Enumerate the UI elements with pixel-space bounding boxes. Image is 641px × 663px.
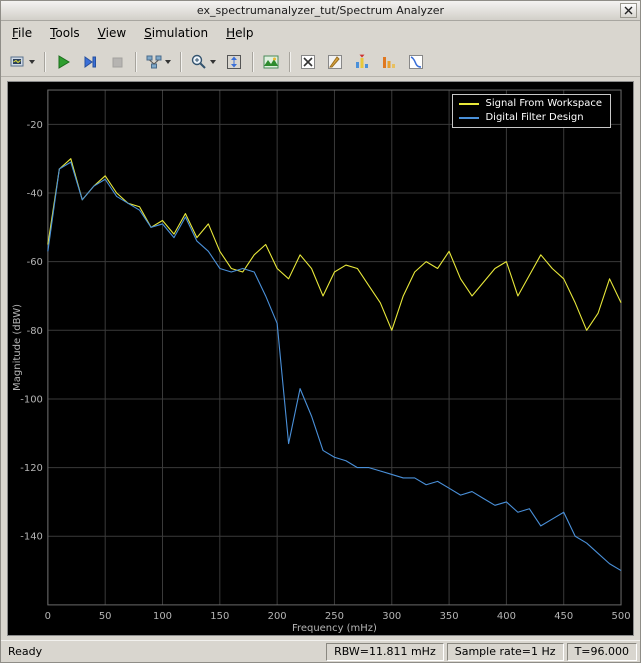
- dropdown-arrow-icon: [165, 60, 171, 67]
- svg-text:Magnitude (dBW): Magnitude (dBW): [12, 304, 23, 391]
- plot-area[interactable]: 0 50 100 150 200 250 300 350 400 450 500 -20 -40 -60 -…: [7, 81, 634, 636]
- menu-view[interactable]: View: [89, 21, 135, 47]
- spectrum-settings-button[interactable]: [258, 50, 284, 74]
- zoom-icon: [191, 54, 206, 69]
- signal-statistics-button[interactable]: [322, 50, 348, 74]
- svg-text:-100: -100: [20, 394, 43, 405]
- dropdown-arrow-icon: [29, 60, 35, 67]
- svg-text:-60: -60: [27, 257, 43, 268]
- window-titlebar[interactable]: ex_spectrumanalyzer_tut/Spectrum Analyze…: [1, 1, 640, 21]
- spectrum-analyzer-window: ex_spectrumanalyzer_tut/Spectrum Analyze…: [0, 0, 641, 663]
- dropdown-arrow-icon: [210, 60, 216, 67]
- toolbar-separator: [252, 51, 253, 72]
- svg-text:300: 300: [382, 611, 401, 622]
- close-icon: [624, 6, 633, 15]
- distortion-measurements-button[interactable]: [376, 50, 402, 74]
- svg-text:450: 450: [554, 611, 573, 622]
- svg-text:250: 250: [325, 611, 344, 622]
- zoom-dropdown-button[interactable]: [186, 50, 220, 74]
- toolbar-separator: [180, 51, 181, 72]
- legend-item-digital-filter-design: Digital Filter Design: [459, 112, 602, 123]
- svg-text:200: 200: [268, 611, 287, 622]
- run-button[interactable]: [50, 50, 76, 74]
- signal-statistics-icon: [328, 54, 342, 69]
- toolbar-separator: [44, 51, 45, 72]
- status-time: T=96.000: [566, 642, 637, 661]
- configuration-dropdown-button[interactable]: [5, 50, 39, 74]
- cursor-measurements-icon: [301, 54, 315, 69]
- legend-line-swatch-blue: [459, 116, 480, 119]
- toolbar: [1, 47, 640, 77]
- svg-text:-20: -20: [27, 120, 43, 131]
- status-ready: Ready: [8, 645, 43, 658]
- step-forward-icon: [84, 55, 96, 68]
- ccdf-measurements-icon: [409, 54, 423, 69]
- window-title: ex_spectrumanalyzer_tut/Spectrum Analyze…: [196, 4, 445, 17]
- legend-label: Signal From Workspace: [485, 98, 602, 109]
- statusbar: Ready RBW=11.811 mHz Sample rate=1 Hz T=…: [1, 640, 640, 662]
- toolbar-separator: [135, 51, 136, 72]
- svg-text:100: 100: [153, 611, 172, 622]
- peak-finder-button[interactable]: [349, 50, 375, 74]
- svg-text:50: 50: [99, 611, 112, 622]
- legend-item-signal-from-workspace: Signal From Workspace: [459, 98, 602, 109]
- menu-file[interactable]: File: [3, 21, 41, 47]
- stop-icon: [112, 57, 123, 67]
- stop-button[interactable]: [104, 50, 130, 74]
- svg-text:Frequency (mHz): Frequency (mHz): [292, 623, 377, 634]
- svg-text:500: 500: [612, 611, 631, 622]
- span-full-view-button[interactable]: [221, 50, 247, 74]
- configuration-icon: [10, 56, 24, 66]
- svg-text:-140: -140: [20, 532, 43, 543]
- run-icon: [58, 54, 70, 69]
- simulation-options-icon: [146, 55, 162, 68]
- svg-text:150: 150: [210, 611, 229, 622]
- peak-finder-icon: [356, 54, 368, 68]
- span-full-view-icon: [227, 54, 241, 69]
- status-sample-rate: Sample rate=1 Hz: [446, 642, 564, 661]
- svg-text:400: 400: [497, 611, 516, 622]
- menu-tools[interactable]: Tools: [41, 21, 89, 47]
- legend-line-swatch-yellow: [459, 102, 480, 105]
- toolbar-separator: [289, 51, 290, 72]
- simulation-options-dropdown-button[interactable]: [141, 50, 175, 74]
- ccdf-measurements-button[interactable]: [403, 50, 429, 74]
- svg-text:-80: -80: [27, 326, 43, 337]
- spectrum-settings-icon: [263, 55, 279, 68]
- svg-text:350: 350: [440, 611, 459, 622]
- svg-text:0: 0: [45, 611, 51, 622]
- close-button[interactable]: [620, 3, 637, 18]
- svg-text:-120: -120: [20, 463, 43, 474]
- svg-text:-40: -40: [27, 188, 43, 199]
- spectrum-plot[interactable]: 0 50 100 150 200 250 300 350 400 450 500 -20 -40 -60 -…: [8, 82, 633, 635]
- menubar: File Tools View Simulation Help: [1, 21, 640, 47]
- menu-help[interactable]: Help: [217, 21, 262, 47]
- distortion-measurements-icon: [383, 56, 395, 68]
- menu-simulation[interactable]: Simulation: [135, 21, 217, 47]
- legend-label: Digital Filter Design: [485, 112, 584, 123]
- step-forward-button[interactable]: [77, 50, 103, 74]
- cursor-measurements-button[interactable]: [295, 50, 321, 74]
- status-rbw: RBW=11.811 mHz: [326, 642, 444, 661]
- chart-legend[interactable]: Signal From Workspace Digital Filter Des…: [452, 94, 611, 128]
